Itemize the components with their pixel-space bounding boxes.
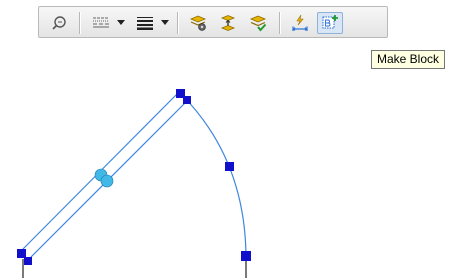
drawing-geometry bbox=[17, 89, 251, 278]
line-weight-button[interactable] bbox=[133, 12, 157, 34]
grip bbox=[225, 162, 234, 171]
grip bbox=[17, 249, 26, 258]
layer-check-button[interactable] bbox=[245, 12, 271, 34]
drawing-canvas[interactable]: Make Block bbox=[0, 0, 451, 278]
midpoint-grip bbox=[100, 174, 114, 188]
line-style-button[interactable] bbox=[89, 12, 113, 34]
quick-measure-icon bbox=[292, 14, 308, 31]
toolbar-separator bbox=[79, 12, 81, 34]
line-weight-icon bbox=[137, 17, 153, 30]
grip bbox=[183, 96, 191, 104]
selected-line bbox=[27, 99, 189, 261]
grip bbox=[176, 89, 185, 98]
grip bbox=[24, 257, 32, 265]
toolbar-separator bbox=[177, 12, 179, 34]
make-block-icon bbox=[322, 15, 338, 29]
dropdown-arrow-icon bbox=[161, 20, 169, 25]
toolbar bbox=[38, 6, 388, 38]
midpoint-grip bbox=[94, 168, 108, 182]
make-block-button[interactable] bbox=[317, 12, 343, 34]
line-weight-dropdown[interactable] bbox=[159, 12, 171, 34]
zoom-button[interactable] bbox=[47, 12, 71, 34]
selected-line bbox=[19, 91, 180, 253]
tooltip: Make Block bbox=[371, 50, 446, 69]
layer-settings-button[interactable] bbox=[185, 12, 211, 34]
layer-transfer-button[interactable] bbox=[215, 12, 241, 34]
zoom-icon bbox=[52, 16, 66, 30]
line-style-dropdown[interactable] bbox=[115, 12, 127, 34]
line-style-icon bbox=[93, 17, 109, 28]
dropdown-arrow-icon bbox=[117, 20, 125, 25]
layer-transfer-icon bbox=[220, 15, 236, 31]
toolbar-separator bbox=[279, 12, 281, 34]
layer-check-icon bbox=[249, 15, 267, 32]
grip bbox=[241, 251, 251, 261]
quick-measure-button[interactable] bbox=[287, 12, 313, 34]
selected-arc bbox=[182, 95, 247, 257]
layer-settings-icon bbox=[189, 15, 207, 31]
